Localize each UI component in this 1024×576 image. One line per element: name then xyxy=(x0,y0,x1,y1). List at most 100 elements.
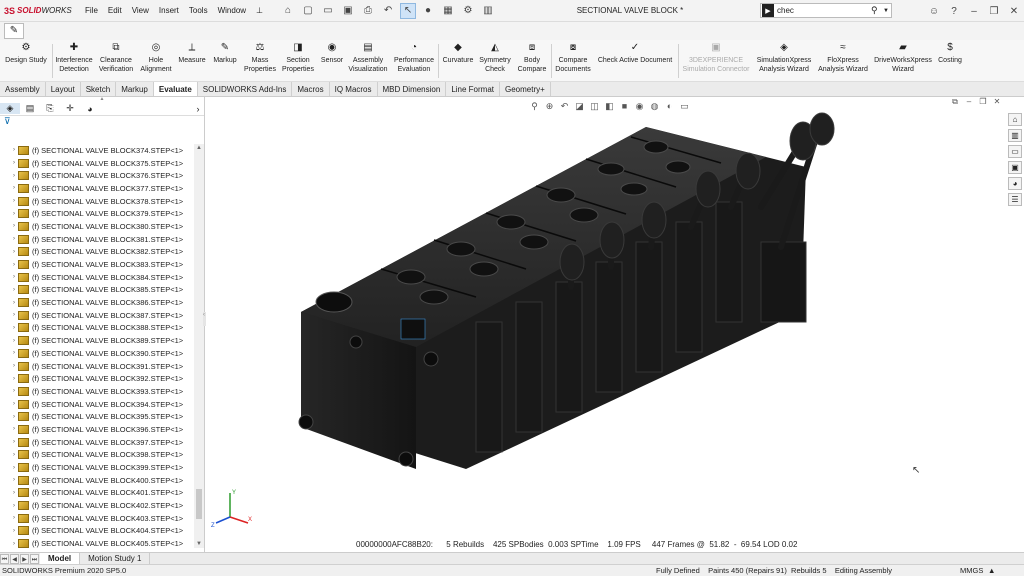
tree-item[interactable]: › (f) SECTIONAL VALVE BLOCK374.STEP<1> xyxy=(0,144,194,157)
search-scope-icon[interactable]: ▶ xyxy=(762,4,774,17)
customize-icon[interactable]: ▥ xyxy=(480,3,496,19)
expand-arrow-icon[interactable]: › xyxy=(0,452,18,458)
tile-icon[interactable]: ⧉ xyxy=(948,97,962,107)
custom-properties-icon[interactable]: ☰ xyxy=(1008,193,1022,206)
markup-button[interactable]: ✎ Markup xyxy=(210,42,240,65)
expand-arrow-icon[interactable]: › xyxy=(0,147,18,153)
expand-arrow-icon[interactable]: › xyxy=(0,223,18,229)
minimize-icon[interactable]: – xyxy=(964,6,984,17)
expand-arrow-icon[interactable]: › xyxy=(0,477,18,483)
valve-block-model[interactable] xyxy=(206,97,1006,552)
display-style-icon[interactable]: ■ xyxy=(618,100,631,112)
tree-item[interactable]: › (f) SECTIONAL VALVE BLOCK394.STEP<1> xyxy=(0,398,194,411)
appearances-icon[interactable]: ◕ xyxy=(1008,177,1022,190)
status-expand-icon[interactable]: ▲ xyxy=(988,565,995,576)
menu-tools[interactable]: Tools xyxy=(184,0,213,22)
expand-arrow-icon[interactable]: › xyxy=(0,426,18,432)
tree-item[interactable]: › (f) SECTIONAL VALVE BLOCK380.STEP<1> xyxy=(0,220,194,233)
doc-restore-icon[interactable]: ❐ xyxy=(976,97,990,107)
expand-arrow-icon[interactable]: › xyxy=(0,198,18,204)
section-view-icon[interactable]: ◪ xyxy=(573,100,586,112)
search-box[interactable]: ▶ chec ⚲ ▼ xyxy=(760,3,892,18)
tab-iq-macros[interactable]: IQ Macros xyxy=(330,82,378,96)
menu-insert[interactable]: Insert xyxy=(154,0,184,22)
curvature-button[interactable]: ◆ Curvature xyxy=(440,42,476,65)
tab-mbd-dimension[interactable]: MBD Dimension xyxy=(378,82,447,96)
floxpress-button[interactable]: ≈ FloXpress Analysis Wizard xyxy=(816,42,870,74)
3dexperience-connector-button[interactable]: ▣ 3DEXPERIENCE Simulation Connector xyxy=(680,42,752,74)
tree-item[interactable]: › (f) SECTIONAL VALVE BLOCK376.STEP<1> xyxy=(0,169,194,182)
hide-show-items-icon[interactable]: ◉ xyxy=(633,100,646,112)
expand-arrow-icon[interactable]: › xyxy=(0,262,18,268)
expand-arrow-icon[interactable]: › xyxy=(0,439,18,445)
zoom-to-area-icon[interactable]: ⊕ xyxy=(543,100,556,112)
tab-layout[interactable]: Layout xyxy=(46,82,81,96)
tab-markup[interactable]: Markup xyxy=(116,82,154,96)
graphics-area[interactable]: ⚲ ⊕ ↶ ◪ ◫ ◧ ■ ◉ ◍ ◐ ▭ ⧉ – ❐ ✕ Y X Z 0000… xyxy=(206,97,1006,552)
design-study-button[interactable]: ⚙ Design Study xyxy=(2,42,50,65)
tree-item[interactable]: › (f) SECTIONAL VALVE BLOCK387.STEP<1> xyxy=(0,309,194,322)
dimxpert-tab-icon[interactable]: ✛ xyxy=(60,103,80,114)
expand-arrow-icon[interactable]: › xyxy=(0,503,18,509)
tree-item[interactable]: › (f) SECTIONAL VALVE BLOCK382.STEP<1> xyxy=(0,246,194,259)
clearance-verification-button[interactable]: ⧉ Clearance Verification xyxy=(96,42,136,74)
search-input[interactable]: chec xyxy=(777,6,871,15)
home-icon[interactable]: ⌂ xyxy=(280,3,296,19)
expand-arrow-icon[interactable]: › xyxy=(0,312,18,318)
measure-button[interactable]: ⟂ Measure xyxy=(176,42,208,65)
body-compare-button[interactable]: ⧈ Body Compare xyxy=(514,42,550,74)
expand-arrow-icon[interactable]: › xyxy=(0,490,18,496)
restore-icon[interactable]: ❐ xyxy=(984,6,1004,17)
expand-arrow-icon[interactable]: › xyxy=(0,376,18,382)
expand-arrow-icon[interactable]: › xyxy=(0,300,18,306)
rebuild-icon[interactable]: ▦ xyxy=(440,3,456,19)
tree-item[interactable]: › (f) SECTIONAL VALVE BLOCK388.STEP<1> xyxy=(0,322,194,335)
menu-edit[interactable]: Edit xyxy=(103,0,127,22)
apply-scene-icon[interactable]: ◐ xyxy=(663,100,676,112)
solidworks-resources-icon[interactable]: ⌂ xyxy=(1008,113,1022,126)
tree-item[interactable]: › (f) SECTIONAL VALVE BLOCK402.STEP<1> xyxy=(0,499,194,512)
performance-evaluation-button[interactable]: ◔ Performance Evaluation xyxy=(392,42,436,74)
expand-arrow-icon[interactable]: › xyxy=(0,363,18,369)
symmetry-check-button[interactable]: ◭ Symmetry Check xyxy=(478,42,512,74)
filter-icon[interactable]: ⊽ xyxy=(0,116,204,129)
expand-arrow-icon[interactable]: › xyxy=(0,541,18,547)
expand-arrow-icon[interactable]: › xyxy=(0,350,18,356)
expand-arrow-icon[interactable]: › xyxy=(0,211,18,217)
tree-item[interactable]: › (f) SECTIONAL VALVE BLOCK384.STEP<1> xyxy=(0,271,194,284)
tree-item[interactable]: › (f) SECTIONAL VALVE BLOCK393.STEP<1> xyxy=(0,385,194,398)
prev-tab-icon[interactable]: ◀ xyxy=(10,553,19,564)
expand-arrow-icon[interactable]: › xyxy=(0,465,18,471)
close-icon[interactable]: ✕ xyxy=(1004,6,1024,17)
expand-arrow-icon[interactable]: › xyxy=(0,160,18,166)
tab-model[interactable]: Model xyxy=(40,552,81,565)
scrollbar-thumb[interactable] xyxy=(196,489,202,519)
design-library-icon[interactable]: ▥ xyxy=(1008,129,1022,142)
tab-geometry-plus[interactable]: Geometry+ xyxy=(500,82,551,96)
tree-item[interactable]: › (f) SECTIONAL VALVE BLOCK397.STEP<1> xyxy=(0,436,194,449)
tab-line-format[interactable]: Line Format xyxy=(446,82,500,96)
flyout-icon[interactable]: ✎ xyxy=(4,23,24,39)
search-icon[interactable]: ⚲ xyxy=(871,5,883,16)
tree-item[interactable]: › (f) SECTIONAL VALVE BLOCK378.STEP<1> xyxy=(0,195,194,208)
previous-view-icon[interactable]: ↶ xyxy=(558,100,571,112)
doc-minimize-icon[interactable]: – xyxy=(962,97,976,107)
tree-item[interactable]: › (f) SECTIONAL VALVE BLOCK375.STEP<1> xyxy=(0,157,194,170)
tab-solidworks-add-ins[interactable]: SOLIDWORKS Add-Ins xyxy=(198,82,293,96)
tree-item[interactable]: › (f) SECTIONAL VALVE BLOCK389.STEP<1> xyxy=(0,334,194,347)
tree-item[interactable]: › (f) SECTIONAL VALVE BLOCK392.STEP<1> xyxy=(0,372,194,385)
tab-sketch[interactable]: Sketch xyxy=(81,82,117,96)
options-gear-icon[interactable]: ⚙ xyxy=(460,3,476,19)
menu-window[interactable]: Window xyxy=(213,0,251,22)
tree-item[interactable]: › (f) SECTIONAL VALVE BLOCK401.STEP<1> xyxy=(0,487,194,500)
tree-item[interactable]: › (f) SECTIONAL VALVE BLOCK399.STEP<1> xyxy=(0,461,194,474)
hole-alignment-button[interactable]: ◎ Hole Alignment xyxy=(138,42,174,74)
expand-arrow-icon[interactable]: › xyxy=(0,185,18,191)
expand-arrow-icon[interactable]: › xyxy=(0,287,18,293)
compare-documents-button[interactable]: ⧇ Compare Documents xyxy=(553,42,593,74)
doc-close-icon[interactable]: ✕ xyxy=(990,97,1004,107)
propertymanager-tab-icon[interactable]: ▤ xyxy=(20,103,40,114)
expand-arrow-icon[interactable]: › xyxy=(0,325,18,331)
check-active-document-button[interactable]: ✓ Check Active Document xyxy=(595,42,675,65)
new-document-icon[interactable]: ▢ xyxy=(300,3,316,19)
